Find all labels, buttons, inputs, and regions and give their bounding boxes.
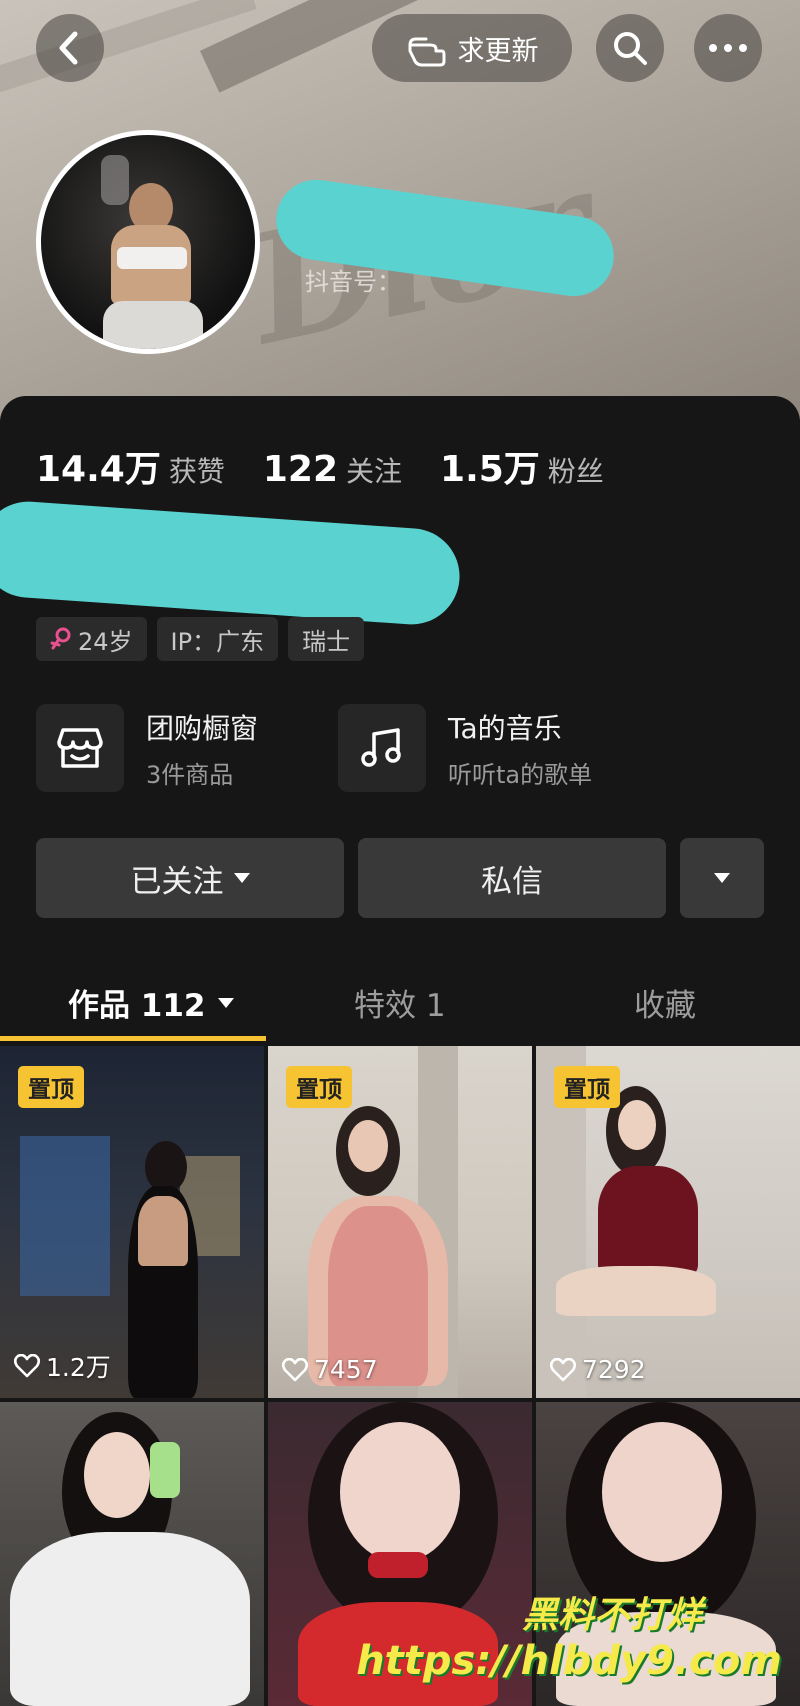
music-note-icon (361, 728, 401, 767)
ta-music[interactable]: Ta的音乐 听听ta的歌单 (338, 704, 592, 792)
video-tile[interactable] (0, 1402, 264, 1706)
caret-down-icon (233, 873, 250, 883)
tab-favorites[interactable]: 收藏 (634, 980, 696, 1025)
music-subtitle: 听听ta的歌单 (448, 760, 593, 789)
following-stat[interactable]: 122 关注 (263, 449, 402, 490)
video-tile[interactable]: 置顶 7292 (536, 1046, 800, 1398)
stats-row: 14.4万 获赞 122 关注 1.5万 粉丝 (36, 440, 604, 492)
ip-tag: IP：广东 (156, 617, 279, 661)
profile-tags: 24岁 IP：广东 瑞士 (36, 617, 365, 661)
group-buy-shop[interactable]: 团购橱窗 3件商品 (36, 704, 258, 792)
tab-works[interactable]: 作品 112 (68, 980, 234, 1025)
pinned-badge: 置顶 (554, 1066, 620, 1108)
recommend-dropdown-button[interactable] (680, 838, 764, 918)
music-title: Ta的音乐 (448, 711, 562, 745)
likes-stat[interactable]: 14.4万 获赞 (36, 440, 225, 492)
avatar[interactable] (36, 130, 260, 354)
like-count: 7292 (550, 1355, 646, 1384)
video-tile[interactable]: 置顶 7457 (268, 1046, 532, 1398)
content-tabs: 作品 112 特效 1 收藏 (0, 966, 800, 1042)
location-tag: 瑞士 (288, 617, 365, 661)
shop-icon (57, 728, 103, 768)
more-button[interactable] (694, 14, 762, 82)
message-button[interactable]: 私信 (358, 838, 666, 918)
request-update-button[interactable]: 求更新 (372, 14, 572, 82)
shop-title: 团购橱窗 (146, 711, 259, 745)
female-gender-icon (50, 627, 71, 650)
caret-down-icon (714, 873, 730, 883)
pinned-badge: 置顶 (286, 1066, 352, 1108)
followers-stat[interactable]: 1.5万 粉丝 (440, 440, 604, 492)
chevron-left-icon (59, 31, 78, 65)
heart-icon (550, 1357, 576, 1381)
search-button[interactable] (596, 14, 664, 82)
like-count: 7457 (282, 1355, 378, 1384)
age-tag: 24岁 (36, 617, 147, 661)
pinned-badge: 置顶 (18, 1066, 84, 1108)
like-count: 1.2万 (14, 1348, 111, 1384)
search-icon (614, 32, 647, 65)
video-tile[interactable]: 置顶 1.2万 (0, 1046, 264, 1398)
shop-subtitle: 3件商品 (146, 760, 234, 789)
tab-effects[interactable]: 特效 1 (354, 980, 446, 1025)
more-dots-icon (709, 44, 747, 52)
caret-down-icon (217, 997, 234, 1008)
heart-icon (282, 1357, 308, 1381)
site-watermark: 黑料不打烊 https://hlbdy9.com (356, 1595, 782, 1684)
request-update-label: 求更新 (457, 35, 539, 67)
heart-icon (14, 1354, 40, 1378)
active-tab-indicator (0, 1036, 266, 1041)
pointing-hand-icon (408, 37, 445, 67)
back-button[interactable] (36, 14, 104, 82)
following-button[interactable]: 已关注 (36, 838, 344, 918)
